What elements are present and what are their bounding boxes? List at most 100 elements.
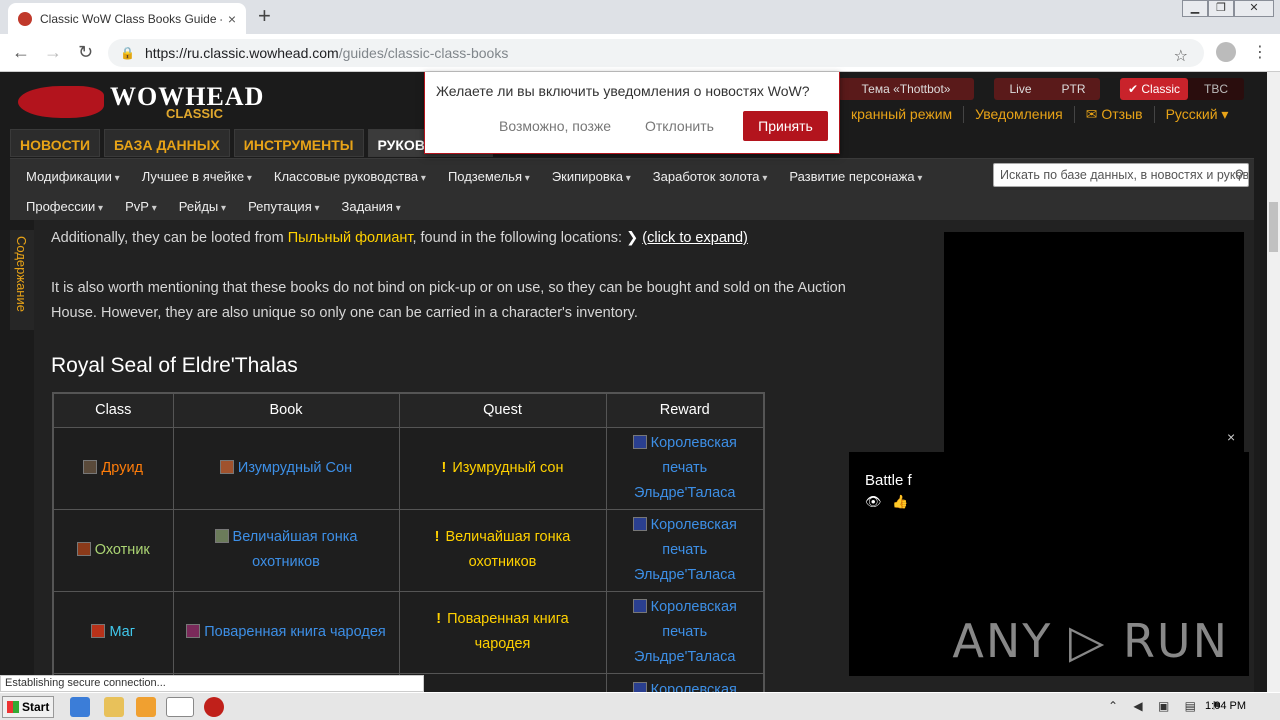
explorer-folder-icon[interactable] [104, 697, 124, 717]
video-close-icon[interactable]: × [1227, 429, 1235, 445]
col-reward: Reward [605, 392, 765, 428]
reward-link[interactable]: Королевская [651, 682, 737, 693]
video-player[interactable]: Battle f 👁 👍 ANY ▷ RUN [849, 452, 1249, 676]
restore-button[interactable]: ❐ [1208, 0, 1234, 17]
book-link[interactable]: Поваренная книга чародея [204, 624, 386, 640]
dusty-tome-link[interactable]: Пыльный фолиант [288, 230, 413, 246]
classic-option[interactable]: ✔ Classic [1120, 78, 1189, 100]
status-bar: Establishing secure connection... [0, 675, 424, 692]
fullscreen-link[interactable]: кранный режим [840, 106, 965, 123]
search-placeholder: Искать по базе данных, в новостях и руко… [1000, 168, 1249, 182]
windows-flag-icon [7, 701, 19, 713]
search-input[interactable]: Искать по базе данных, в новостях и руко… [993, 163, 1249, 187]
quest-icon: ! [441, 459, 447, 476]
live-option[interactable]: Live [994, 82, 1047, 96]
col-quest: Quest [398, 392, 607, 428]
subnav-reputation[interactable]: Репутация [248, 199, 319, 214]
subnav-gold[interactable]: Заработок золота [653, 169, 768, 184]
tab-tools[interactable]: ИНСТРУМЕНТЫ [233, 129, 364, 157]
book-link[interactable]: Величайшая гонка охотников [233, 529, 358, 570]
reward-link[interactable]: Королевская печать Эльдре'Таласа [634, 599, 737, 665]
search-icon[interactable]: ⚲ [1234, 167, 1244, 183]
quest-link[interactable]: Изумрудный сон [452, 460, 563, 476]
reward-link[interactable]: Королевская печать Эльдре'Таласа [634, 517, 737, 583]
opera-icon[interactable] [204, 697, 224, 717]
video-title: Battle f [865, 472, 912, 489]
wowhead-fish-logo-icon [18, 86, 104, 118]
browser-tab[interactable]: Classic WoW Class Books Guide - Gu × [8, 3, 246, 34]
class-link[interactable]: Охотник [95, 542, 150, 558]
minimize-button[interactable]: ▁ [1182, 0, 1208, 17]
expand-link[interactable]: (click to expand) [642, 230, 748, 246]
bookmark-star-icon[interactable]: ☆ [1174, 46, 1188, 66]
address-toolbar: ← → ↻ 🔒 https://ru.classic.wowhead.com/g… [0, 34, 1280, 72]
subnav-addons[interactable]: Модификации [26, 169, 120, 184]
back-icon[interactable]: ← [12, 42, 30, 62]
decline-button[interactable]: Отклонить [645, 118, 714, 134]
account-avatar-icon[interactable] [1216, 42, 1236, 62]
accept-button[interactable]: Принять [743, 111, 828, 141]
forward-icon[interactable]: → [44, 42, 62, 62]
start-button[interactable]: Start [2, 696, 54, 718]
auction-paragraph: It is also worth mentioning that these b… [51, 280, 846, 321]
class-link[interactable]: Друид [101, 460, 143, 476]
p1-after: , found in the following locations: [412, 230, 627, 246]
chevron-right-icon: ❯ [626, 230, 643, 246]
quest-icon: ! [436, 611, 442, 627]
subnav-professions[interactable]: Профессии [26, 199, 103, 214]
quest-cell [398, 672, 607, 692]
version-switch: ✔ Classic TBC [1120, 78, 1244, 100]
table-row: Маг Поваренная книга чародея ! Поваренная… [52, 590, 765, 674]
book-icon [219, 459, 234, 474]
maybe-later-button[interactable]: Возможно, позже [499, 118, 611, 134]
subnav-quests[interactable]: Задания [342, 199, 401, 214]
subnav-equipment[interactable]: Экипировка [552, 169, 631, 184]
feedback-link[interactable]: ✉ Отзыв [1075, 106, 1155, 123]
ie-icon[interactable] [70, 697, 90, 717]
tbc-option[interactable]: TBC [1188, 82, 1244, 96]
windows-taskbar: Start ⌃ ◀ ▣ ▤ ⚑ 1:04 PM [0, 692, 1280, 720]
browser-tab-strip: Classic WoW Class Books Guide - Gu × + ▁… [0, 0, 1280, 34]
subnav-pvp[interactable]: PvP [125, 199, 157, 214]
notification-question: Желаете ли вы включить уведомления о нов… [436, 83, 810, 99]
ptr-option[interactable]: PTR [1047, 82, 1100, 96]
reward-link[interactable]: Королевская печать Эльдре'Таласа [634, 435, 737, 501]
class-link[interactable]: Маг [109, 624, 135, 640]
table-of-contents-tab[interactable]: Содержание [10, 230, 34, 330]
p1-text: Additionally, they can be looted from [51, 230, 288, 246]
subnav-raids[interactable]: Рейды [179, 199, 226, 214]
new-tab-button[interactable]: + [258, 5, 271, 27]
tab-close-icon[interactable]: × [228, 11, 236, 27]
taskbar-clock: 1:04 PM [1205, 700, 1246, 712]
main-tabs: НОВОСТИ БАЗА ДАННЫХ ИНСТРУМЕНТЫ РУКОВОДС… [10, 129, 494, 157]
quest-link[interactable]: Поваренная книга чародея [447, 611, 569, 652]
theme-toggle[interactable]: Тема «Thottbot» [838, 78, 974, 100]
logo-sub: CLASSIC [166, 106, 224, 121]
book-link[interactable]: Изумрудный Сон [238, 460, 352, 476]
scrollbar-thumb[interactable] [1269, 202, 1278, 252]
notifications-link[interactable]: Уведомления [964, 106, 1075, 123]
quest-link[interactable]: Величайшая гонка охотников [445, 529, 570, 570]
chrome-taskbar-icon[interactable] [166, 697, 194, 717]
language-select[interactable]: Русский ▾ [1155, 106, 1240, 123]
table-row: Друид Изумрудный Сон ! Изумрудный сон Кор… [52, 426, 765, 510]
subnav-dungeons[interactable]: Подземелья [448, 169, 530, 184]
wowhead-logo[interactable]: WOWHEAD CLASSIC [18, 80, 263, 124]
reload-icon[interactable]: ↻ [78, 42, 93, 62]
views-eye-icon: 👁 👍 [865, 494, 909, 509]
col-book: Book [172, 392, 400, 428]
tab-title: Classic WoW Class Books Guide - Gu [40, 11, 222, 26]
subnav-bis[interactable]: Лучшее в ячейке [142, 169, 252, 184]
media-player-icon[interactable] [136, 697, 156, 717]
browser-menu-icon[interactable]: ⋮ [1252, 42, 1268, 62]
url-bar[interactable]: 🔒 https://ru.classic.wowhead.com/guides/… [108, 39, 1204, 67]
subnav-class-guides[interactable]: Классовые руководства [274, 169, 426, 184]
tab-database[interactable]: БАЗА ДАННЫХ [104, 129, 230, 157]
books-table: Class Book Quest Reward Друид Изумрудный… [52, 392, 765, 692]
close-window-button[interactable]: ✕ [1234, 0, 1274, 17]
wowhead-favicon-icon [18, 11, 32, 26]
subnav-leveling[interactable]: Развитие персонажа [789, 169, 922, 184]
tab-news[interactable]: НОВОСТИ [10, 129, 101, 157]
page-scrollbar[interactable] [1267, 72, 1280, 692]
section-heading: Royal Seal of Eldre'Thalas [51, 354, 298, 377]
